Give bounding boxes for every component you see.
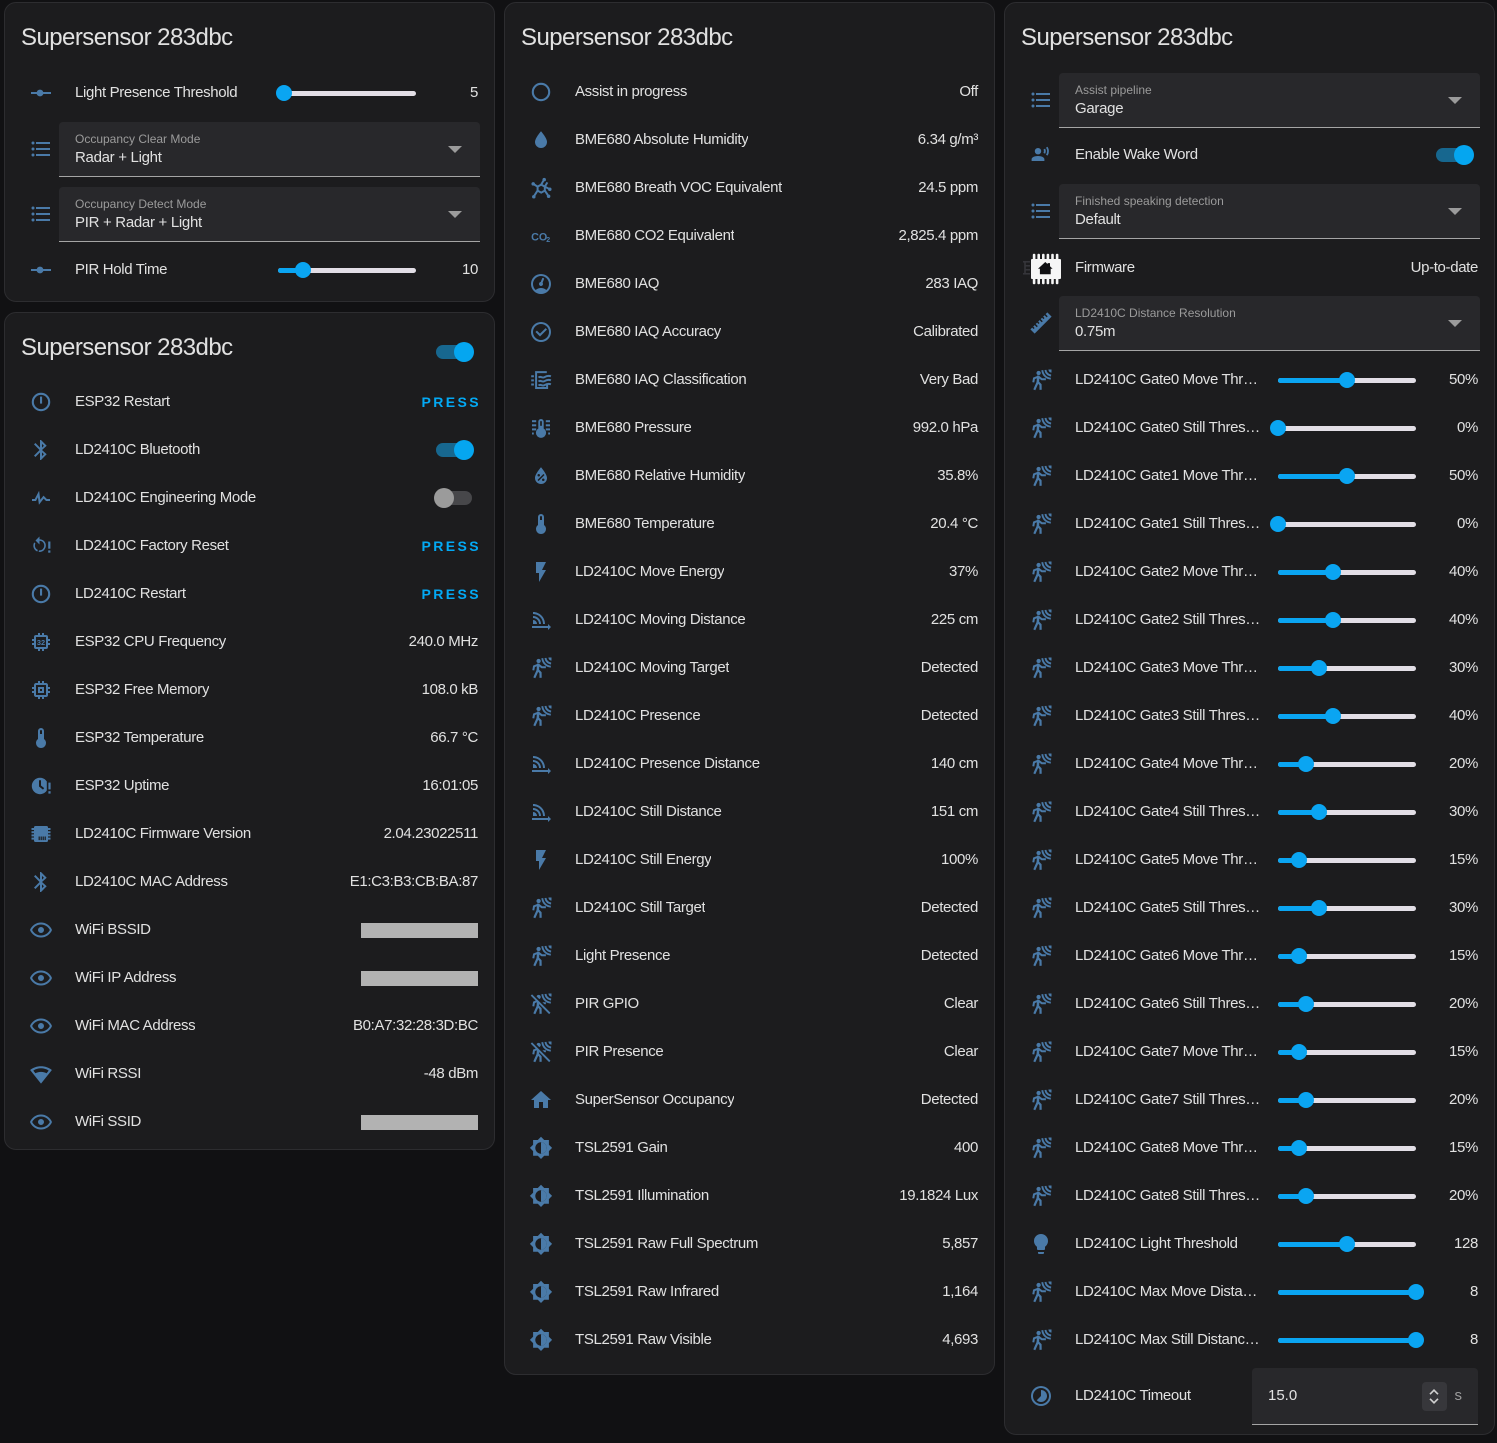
svg-text:CO: CO [531, 231, 547, 243]
svg-text:32: 32 [37, 638, 45, 647]
svg-text:2: 2 [546, 237, 550, 244]
